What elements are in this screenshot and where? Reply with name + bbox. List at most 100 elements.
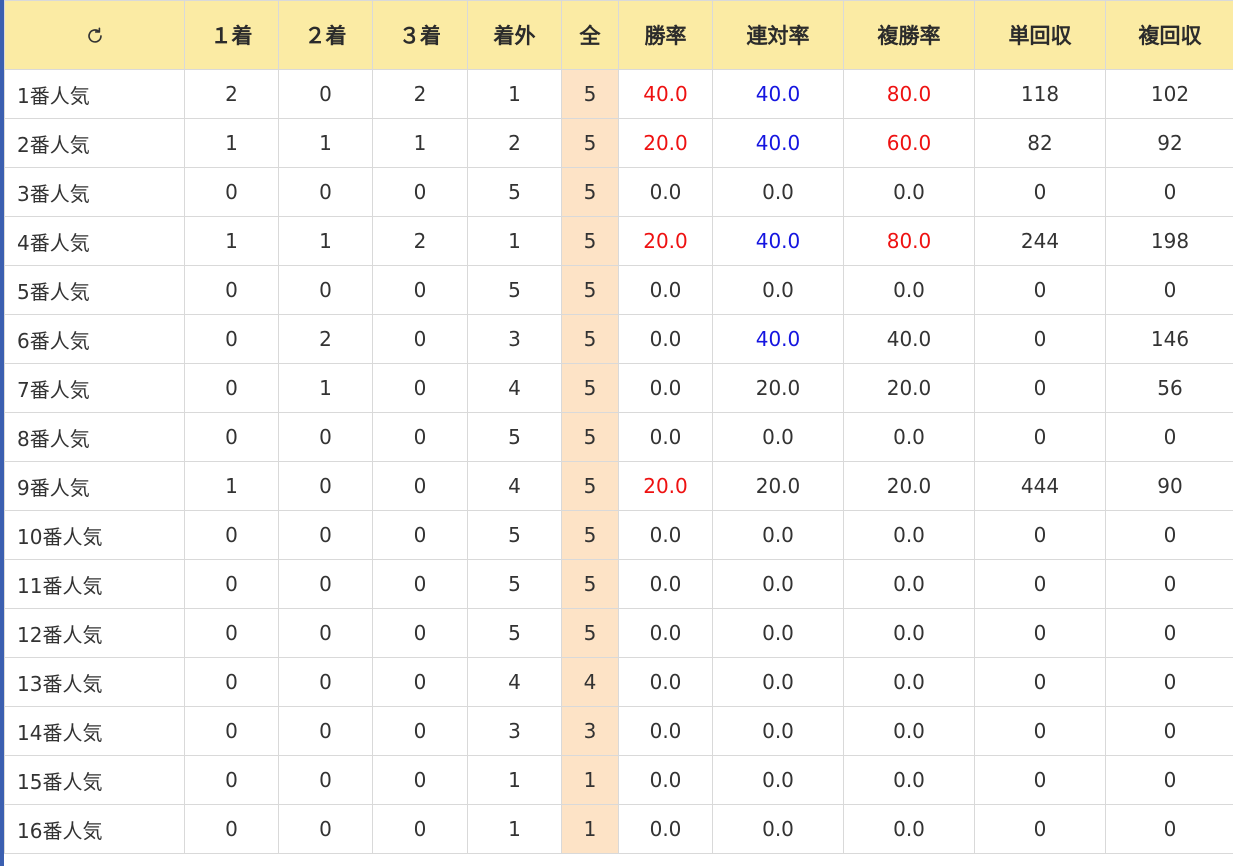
cell-fukusho-rate: 0.0 (843, 510, 975, 560)
cell-first: 0 (184, 559, 279, 609)
cell-fuku-return: 56 (1105, 363, 1233, 413)
col-header-fuku-return[interactable]: 複回収 (1105, 0, 1233, 70)
cell-out: 3 (467, 314, 562, 364)
cell-win-rate: 0.0 (618, 314, 713, 364)
table-row: 11番人気 0 0 0 5 5 0.0 0.0 0.0 0 0 (4, 559, 1233, 609)
cell-total: 5 (561, 412, 619, 462)
row-label: 4番人気 (4, 216, 185, 266)
cell-fukusho-rate: 0.0 (843, 412, 975, 462)
cell-fuku-return: 90 (1105, 461, 1233, 511)
cell-out: 5 (467, 559, 562, 609)
cell-tan-return: 82 (974, 118, 1106, 168)
cell-third: 1 (372, 118, 468, 168)
cell-first: 1 (184, 216, 279, 266)
cell-total: 5 (561, 167, 619, 217)
table-row: 8番人気 0 0 0 5 5 0.0 0.0 0.0 0 0 (4, 412, 1233, 462)
cell-fuku-return: 0 (1105, 559, 1233, 609)
cell-fukusho-rate: 0.0 (843, 706, 975, 756)
cell-first: 0 (184, 412, 279, 462)
cell-second: 0 (278, 608, 373, 658)
cell-rentai-rate: 0.0 (712, 608, 844, 658)
cell-tan-return: 0 (974, 755, 1106, 805)
row-label: 9番人気 (4, 461, 185, 511)
cell-win-rate: 20.0 (618, 216, 713, 266)
cell-third: 0 (372, 412, 468, 462)
table-row: 12番人気 0 0 0 5 5 0.0 0.0 0.0 0 0 (4, 608, 1233, 658)
cell-first: 0 (184, 657, 279, 707)
cell-second: 0 (278, 804, 373, 854)
cell-rentai-rate: 0.0 (712, 559, 844, 609)
row-label: 12番人気 (4, 608, 185, 658)
cell-win-rate: 0.0 (618, 510, 713, 560)
cell-tan-return: 0 (974, 559, 1106, 609)
cell-out: 5 (467, 167, 562, 217)
cell-rentai-rate: 0.0 (712, 265, 844, 315)
col-header-rentai-rate[interactable]: 連対率 (712, 0, 844, 70)
col-header-out[interactable]: 着外 (467, 0, 562, 70)
cell-rentai-rate: 20.0 (712, 461, 844, 511)
cell-tan-return: 0 (974, 412, 1106, 462)
row-label: 2番人気 (4, 118, 185, 168)
stats-panel: １着 ２着 ３着 着外 全 勝率 連対率 複勝率 単回収 複回収 1番人気 2 0 2… (0, 0, 1233, 866)
cell-rentai-rate: 40.0 (712, 216, 844, 266)
cell-fuku-return: 0 (1105, 412, 1233, 462)
cell-third: 0 (372, 608, 468, 658)
cell-first: 0 (184, 363, 279, 413)
cell-fuku-return: 0 (1105, 804, 1233, 854)
col-header-total[interactable]: 全 (561, 0, 619, 70)
cell-first: 0 (184, 167, 279, 217)
cell-total: 5 (561, 265, 619, 315)
cell-tan-return: 0 (974, 657, 1106, 707)
cell-rentai-rate: 40.0 (712, 69, 844, 119)
cell-out: 5 (467, 265, 562, 315)
cell-third: 0 (372, 657, 468, 707)
cell-second: 1 (278, 363, 373, 413)
refresh-icon (87, 27, 102, 43)
table-header-row: １着 ２着 ３着 着外 全 勝率 連対率 複勝率 単回収 複回収 (4, 0, 1233, 70)
cell-out: 5 (467, 412, 562, 462)
table-row: 9番人気 1 0 0 4 5 20.0 20.0 20.0 444 90 (4, 461, 1233, 511)
col-header-fukusho-rate[interactable]: 複勝率 (843, 0, 975, 70)
cell-third: 2 (372, 69, 468, 119)
cell-win-rate: 20.0 (618, 118, 713, 168)
cell-out: 5 (467, 608, 562, 658)
table-body: 1番人気 2 0 2 1 5 40.0 40.0 80.0 118 102 2番人気 1 1 1 2 5 20.0… (4, 69, 1233, 854)
cell-third: 0 (372, 804, 468, 854)
panel-left-border (0, 0, 4, 866)
col-header-tan-return[interactable]: 単回収 (974, 0, 1106, 70)
cell-fuku-return: 198 (1105, 216, 1233, 266)
row-label: 13番人気 (4, 657, 185, 707)
cell-first: 0 (184, 314, 279, 364)
cell-tan-return: 444 (974, 461, 1106, 511)
cell-out: 4 (467, 461, 562, 511)
cell-rentai-rate: 0.0 (712, 657, 844, 707)
col-header-first[interactable]: １着 (184, 0, 279, 70)
cell-fukusho-rate: 80.0 (843, 69, 975, 119)
table-row: 2番人気 1 1 1 2 5 20.0 40.0 60.0 82 92 (4, 118, 1233, 168)
cell-tan-return: 118 (974, 69, 1106, 119)
cell-fukusho-rate: 0.0 (843, 804, 975, 854)
cell-win-rate: 0.0 (618, 657, 713, 707)
cell-tan-return: 0 (974, 706, 1106, 756)
cell-total: 5 (561, 216, 619, 266)
cell-rentai-rate: 0.0 (712, 706, 844, 756)
popularity-stats-table: １着 ２着 ３着 着外 全 勝率 連対率 複勝率 単回収 複回収 1番人気 2 0 2… (4, 0, 1233, 854)
table-row: 10番人気 0 0 0 5 5 0.0 0.0 0.0 0 0 (4, 510, 1233, 560)
cell-win-rate: 0.0 (618, 804, 713, 854)
col-header-second[interactable]: ２着 (278, 0, 373, 70)
cell-win-rate: 40.0 (618, 69, 713, 119)
col-header-win-rate[interactable]: 勝率 (618, 0, 713, 70)
col-header-third[interactable]: ３着 (372, 0, 468, 70)
cell-second: 0 (278, 510, 373, 560)
cell-rentai-rate: 0.0 (712, 804, 844, 854)
refresh-button[interactable] (4, 0, 185, 70)
cell-first: 2 (184, 69, 279, 119)
table-row: 16番人気 0 0 0 1 1 0.0 0.0 0.0 0 0 (4, 804, 1233, 854)
cell-win-rate: 20.0 (618, 461, 713, 511)
cell-fukusho-rate: 0.0 (843, 608, 975, 658)
cell-fukusho-rate: 60.0 (843, 118, 975, 168)
cell-total: 1 (561, 804, 619, 854)
cell-second: 0 (278, 461, 373, 511)
cell-win-rate: 0.0 (618, 608, 713, 658)
cell-rentai-rate: 0.0 (712, 510, 844, 560)
